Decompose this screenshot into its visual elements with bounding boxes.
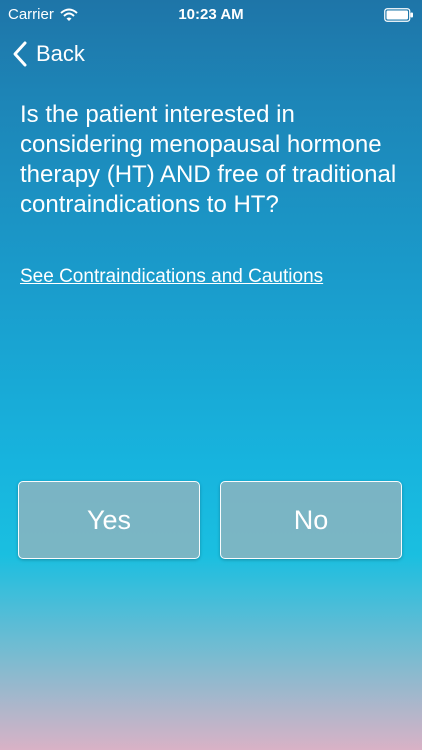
status-bar: Carrier 10:23 AM: [0, 0, 422, 30]
contraindications-link[interactable]: See Contraindications and Cautions: [20, 266, 323, 288]
yes-button[interactable]: Yes: [18, 481, 200, 559]
chevron-left-icon: [13, 41, 27, 67]
back-label: Back: [36, 41, 85, 66]
back-button[interactable]: Back: [12, 40, 85, 68]
status-time: 10:23 AM: [178, 6, 244, 23]
no-button[interactable]: No: [220, 481, 402, 559]
question-text: Is the patient interested in considering…: [20, 101, 397, 218]
battery-icon: [384, 8, 413, 22]
